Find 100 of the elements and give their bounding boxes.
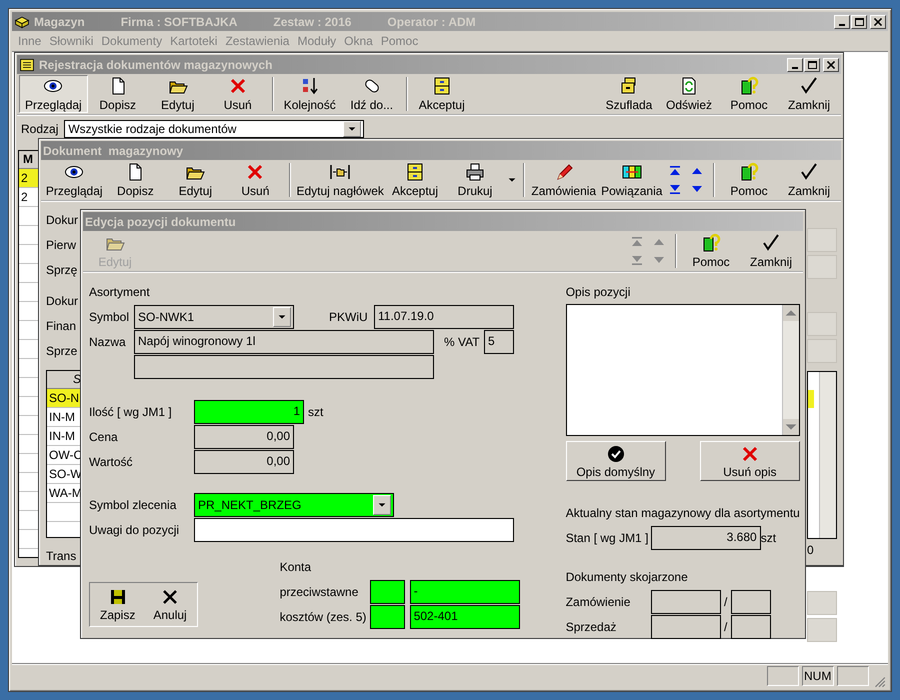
action-button[interactable]: Zapisz xyxy=(94,585,142,624)
toolbar-button[interactable]: Zamówienia xyxy=(529,161,598,199)
section-heading: Aktualny stan magazynowy dla asortymentu xyxy=(566,505,800,522)
set-label: Zestaw : 2016 xyxy=(273,14,352,28)
document-number-field[interactable] xyxy=(730,614,771,638)
checkmark-icon xyxy=(761,233,781,253)
cabinet-icon xyxy=(432,76,452,96)
field-label: Sprzę xyxy=(46,262,78,279)
toolbar-button[interactable]: Akceptuj xyxy=(412,75,472,113)
number-field[interactable]: 0,00 xyxy=(194,450,294,474)
separator-label: / xyxy=(723,594,728,608)
scroll-down-icon xyxy=(782,419,799,435)
account-field[interactable]: 502-401 xyxy=(410,604,520,628)
scrollbar[interactable] xyxy=(782,305,799,435)
minimize-icon xyxy=(792,66,798,68)
help-icon xyxy=(739,162,759,182)
field-label: Ilość [ wg JM1 ] xyxy=(89,404,173,418)
field-label: Dokur xyxy=(46,293,80,310)
navigation-button[interactable] xyxy=(669,182,683,196)
toolbar-button[interactable]: Akceptuj xyxy=(385,161,445,199)
toolbar-button[interactable]: Kolejność xyxy=(278,75,342,113)
toolbar-button[interactable]: Edytuj nagłówek xyxy=(295,161,385,199)
scrollbar[interactable] xyxy=(819,372,836,538)
action-button[interactable]: Opis domyślny xyxy=(566,441,666,481)
folder-arrows-icon xyxy=(330,162,350,182)
toolbar-button[interactable]: Zamknij xyxy=(779,75,839,113)
account-field[interactable] xyxy=(370,580,405,604)
toolbar-button[interactable]: Edytuj xyxy=(148,75,208,113)
toolbar-button[interactable]: Powiązania xyxy=(598,161,665,199)
company-label: Firma : SOFTBAJKA xyxy=(120,14,238,28)
action-button[interactable]: Anuluj xyxy=(147,585,193,624)
document-number-field[interactable] xyxy=(650,590,721,614)
toolbar-button[interactable]: Dopisz xyxy=(88,75,148,113)
description-field[interactable] xyxy=(566,304,800,436)
toolbar-button[interactable]: Usuń xyxy=(208,75,268,113)
field-label: Trans xyxy=(46,548,78,565)
name-field[interactable]: Napój winogronowy 1l xyxy=(134,330,434,354)
dropdown-button[interactable] xyxy=(373,494,391,514)
document-type-dropdown[interactable]: Wszystkie rodzaje dokumentów xyxy=(64,120,364,138)
checkmark-icon xyxy=(799,162,819,182)
maximize-button[interactable] xyxy=(851,14,867,28)
notepad-icon xyxy=(19,56,35,72)
number-field[interactable]: 1 xyxy=(194,400,304,424)
close-button[interactable] xyxy=(823,58,839,72)
field-label: Zamówienie xyxy=(566,594,632,608)
field-label: Sprze xyxy=(46,343,78,360)
name-field[interactable] xyxy=(134,354,434,378)
number-field[interactable]: 0,00 xyxy=(194,424,294,448)
vat-field[interactable]: 5 xyxy=(484,330,514,354)
filter-label: Rodzaj xyxy=(21,122,58,136)
column-header[interactable]: M xyxy=(19,151,39,169)
minimize-button[interactable] xyxy=(834,14,850,28)
toolbar-button[interactable]: Szuflada xyxy=(599,75,659,113)
toolbar-button[interactable]: Przeglądaj xyxy=(43,161,106,199)
minimize-button[interactable] xyxy=(787,58,803,72)
stock-field[interactable]: 3.680 xyxy=(650,526,761,550)
table-cell[interactable]: 2 xyxy=(19,169,39,188)
top-arrow-icon xyxy=(669,165,681,177)
field-label: Uwagi do pozycji xyxy=(89,522,180,536)
field-label: Symbol xyxy=(89,310,130,324)
field-label: PKWiU xyxy=(329,310,369,324)
symbol-dropdown[interactable]: SO-NWK1 xyxy=(134,304,294,328)
account-field[interactable]: - xyxy=(410,580,520,604)
pkwiu-field[interactable]: 11.07.19.0 xyxy=(374,304,514,328)
document-number-field[interactable] xyxy=(650,614,721,638)
account-field[interactable] xyxy=(370,604,405,628)
toolbar-button[interactable]: Odśwież xyxy=(659,75,719,113)
section-heading: Konta xyxy=(280,559,312,576)
toolbar-button[interactable]: Zamknij xyxy=(779,161,839,199)
toolbar-button[interactable]: Dopisz xyxy=(105,161,166,199)
selected-row-fragment xyxy=(808,390,814,408)
dropdown-button[interactable] xyxy=(343,121,362,137)
toolbar-button[interactable]: Idź do... xyxy=(342,75,402,113)
status-panel: NUM xyxy=(802,666,834,686)
unit-label: szt xyxy=(308,404,324,418)
close-button[interactable] xyxy=(870,14,886,28)
remarks-field[interactable] xyxy=(194,518,514,542)
field-label: Sprzedaż xyxy=(566,620,618,634)
toolbar-button[interactable]: Zamknij xyxy=(741,232,801,270)
field-label: Cena xyxy=(89,430,119,444)
toolbar-button[interactable]: Usuń xyxy=(225,161,286,199)
toolbar-button[interactable]: Edytuj xyxy=(165,161,226,199)
action-button[interactable]: Usuń opis xyxy=(700,441,800,481)
help-icon xyxy=(701,233,721,253)
toolbar-button[interactable]: Pomoc xyxy=(719,75,779,113)
toolbar-button[interactable]: Pomoc xyxy=(681,232,741,270)
section-heading: Opis pozycji xyxy=(566,284,632,301)
order-dropdown[interactable]: PR_NEKT_BRZEG xyxy=(194,492,394,516)
toolbar-button[interactable]: Pomoc xyxy=(719,161,779,199)
toolbar-button[interactable]: Przeglądaj xyxy=(19,75,88,113)
window-title: Edycja pozycji dokumentu xyxy=(85,214,236,228)
document-number-field[interactable] xyxy=(730,590,771,614)
maximize-button[interactable] xyxy=(804,58,820,72)
toolbar-button[interactable]: Drukuj xyxy=(445,160,505,200)
dropdown-button[interactable] xyxy=(273,306,291,326)
field-label: Symbol zlecenia xyxy=(89,498,178,512)
navigation-button[interactable] xyxy=(669,164,683,178)
unit-label: szt xyxy=(760,530,776,544)
field-label: Finan xyxy=(46,318,78,335)
field-label: kosztów (zes. 5) xyxy=(280,610,368,624)
